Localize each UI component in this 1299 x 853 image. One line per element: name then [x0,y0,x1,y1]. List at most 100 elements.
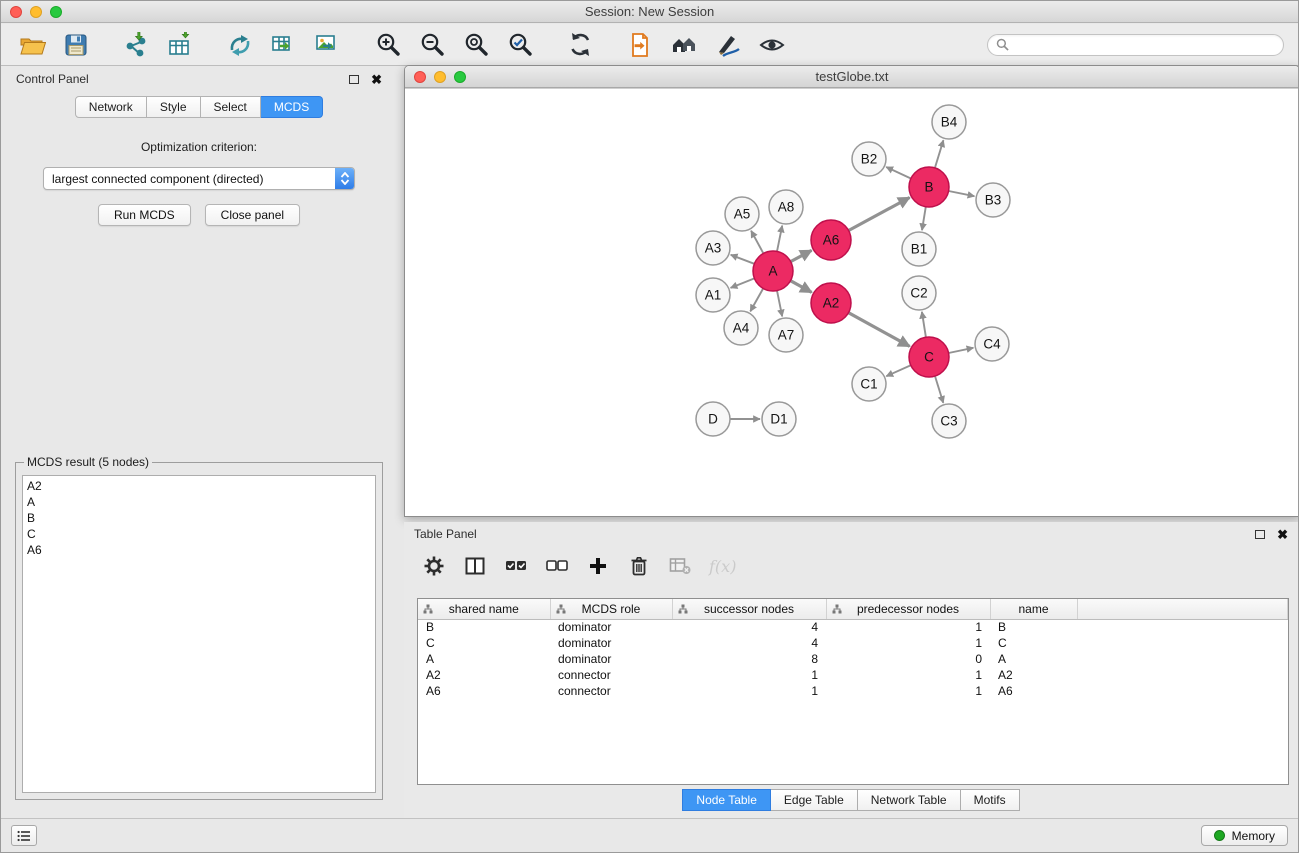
task-history-button[interactable] [11,825,37,846]
minimize-window-button[interactable] [30,6,42,18]
mcds-result-item[interactable]: A2 [23,478,375,494]
add-column-button[interactable] [586,554,610,578]
network-window-titlebar[interactable]: testGlobe.txt [405,66,1299,88]
table-row[interactable]: A6connector11A6 [418,683,1288,699]
tab-node-table[interactable]: Node Table [682,789,771,811]
graph-node-D1[interactable]: D1 [762,402,796,436]
tab-network[interactable]: Network [75,96,147,118]
tab-style[interactable]: Style [147,96,201,118]
graph-edge-C-C3[interactable] [935,376,943,403]
zoom-in-button[interactable] [371,29,405,61]
column-header-mcds-role[interactable]: MCDS role [550,599,672,619]
table-row[interactable]: Bdominator41B [418,619,1288,635]
deselect-all-button[interactable] [545,554,569,578]
graph-node-A1[interactable]: A1 [696,278,730,312]
graph-edge-A6-B[interactable] [849,198,910,231]
float-table-panel-icon[interactable] [1255,530,1265,539]
graph-node-A[interactable]: A [753,251,793,291]
search-field[interactable] [987,34,1284,56]
graph-node-C3[interactable]: C3 [932,404,966,438]
graph-edge-B-B2[interactable] [886,167,911,179]
function-builder-button[interactable]: f(x) [709,554,736,578]
graph-node-B4[interactable]: B4 [932,105,966,139]
graph-node-C1[interactable]: C1 [852,367,886,401]
graph-edge-B-B4[interactable] [935,140,944,168]
tab-mcds[interactable]: MCDS [261,96,323,118]
tab-motifs[interactable]: Motifs [961,789,1020,811]
tab-select[interactable]: Select [201,96,261,118]
graph-node-C2[interactable]: C2 [902,276,936,310]
graph-edge-A2-C[interactable] [849,313,910,347]
open-document-button[interactable] [623,29,657,61]
import-network-file-button[interactable] [119,29,153,61]
table-row[interactable]: Adominator80A [418,651,1288,667]
network-canvas[interactable]: B4 B2 B B3 A8 A5 A6 A3 B1 A A1 C2 A2 A4 A7 C4 C C1 C3 D D1 [405,89,1299,517]
graph-node-A3[interactable]: A3 [696,231,730,265]
graph-edge-A-A3[interactable] [731,255,755,264]
graph-node-B2[interactable]: B2 [852,142,886,176]
close-window-button[interactable] [10,6,22,18]
zoom-window-button[interactable] [50,6,62,18]
zoom-fit-button[interactable] [459,29,493,61]
graph-edge-A-A6[interactable] [791,250,812,261]
show-columns-button[interactable] [463,554,487,578]
graph-edge-A-A1[interactable] [731,278,755,288]
show-hide-button[interactable] [755,29,789,61]
graph-node-B[interactable]: B [909,167,949,207]
mcds-result-item[interactable]: B [23,510,375,526]
graph-edge-B-B3[interactable] [949,191,975,196]
graph-node-C[interactable]: C [909,337,949,377]
column-header-shared-name[interactable]: shared name [418,599,550,619]
select-all-button[interactable] [504,554,528,578]
criterion-select[interactable]: largest connected component (directed) [43,167,355,190]
tab-network-table[interactable]: Network Table [858,789,961,811]
delete-table-button[interactable] [668,554,692,578]
graph-node-B3[interactable]: B3 [976,183,1010,217]
new-network-button[interactable] [223,29,257,61]
graph-node-A8[interactable]: A8 [769,190,803,224]
table-row[interactable]: A2connector11A2 [418,667,1288,683]
zoom-selected-button[interactable] [503,29,537,61]
home-button[interactable] [667,29,701,61]
column-header-successor-nodes[interactable]: successor nodes [672,599,826,619]
graph-edge-B-B1[interactable] [922,207,926,231]
refresh-view-button[interactable] [563,29,597,61]
mcds-result-item[interactable]: A [23,494,375,510]
mcds-result-item[interactable]: A6 [23,542,375,558]
graph-node-A4[interactable]: A4 [724,311,758,345]
table-settings-button[interactable] [422,554,446,578]
graph-edge-A-A5[interactable] [751,231,763,254]
column-header-name[interactable]: name [990,599,1077,619]
save-session-button[interactable] [59,29,93,61]
graph-edge-A-A7[interactable] [777,291,782,317]
mcds-result-item[interactable]: C [23,526,375,542]
export-image-button[interactable] [311,29,345,61]
graph-edge-A-A8[interactable] [777,226,782,252]
open-session-button[interactable] [15,29,49,61]
graph-edge-A-A4[interactable] [750,288,763,311]
network-minimize-button[interactable] [434,71,446,83]
table-row[interactable]: Cdominator41C [418,635,1288,651]
graph-node-B1[interactable]: B1 [902,232,936,266]
float-panel-icon[interactable] [349,75,359,84]
mcds-result-list[interactable]: A2ABCA6 [22,475,376,793]
tab-edge-table[interactable]: Edge Table [771,789,858,811]
apply-style-button[interactable] [711,29,745,61]
close-table-panel-icon[interactable]: ✖ [1277,528,1288,541]
graph-node-D[interactable]: D [696,402,730,436]
graph-edge-A-A2[interactable] [791,281,812,293]
delete-column-button[interactable] [627,554,651,578]
column-header-predecessor-nodes[interactable]: predecessor nodes [826,599,990,619]
graph-node-C4[interactable]: C4 [975,327,1009,361]
zoom-out-button[interactable] [415,29,449,61]
network-close-button[interactable] [414,71,426,83]
graph-node-A6[interactable]: A6 [811,220,851,260]
graph-edge-C-C1[interactable] [886,365,911,376]
memory-button[interactable]: Memory [1201,825,1288,846]
new-table-button[interactable] [267,29,301,61]
run-mcds-button[interactable]: Run MCDS [98,204,191,226]
graph-node-A5[interactable]: A5 [725,197,759,231]
graph-node-A7[interactable]: A7 [769,318,803,352]
graph-node-A2[interactable]: A2 [811,283,851,323]
close-panel-icon[interactable]: ✖ [371,73,382,86]
